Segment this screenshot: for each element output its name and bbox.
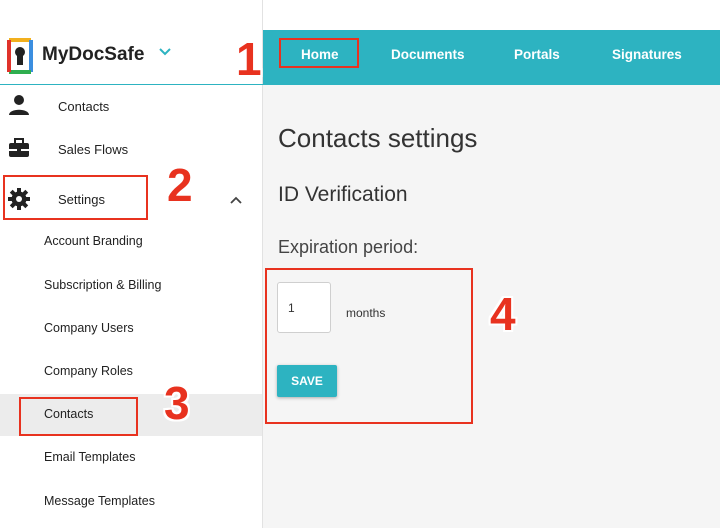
chevron-down-icon[interactable] [157,44,173,60]
annotation-number-3: 3 [164,377,190,429]
submenu-item-label: Company Users [44,321,134,335]
tab-portals[interactable]: Portals [514,47,560,62]
submenu-item-message-templates[interactable]: Message Templates [0,481,262,523]
submenu-item-label: Company Roles [44,364,133,378]
section-title: ID Verification [278,183,408,206]
submenu-item-subscription-billing[interactable]: Subscription & Billing [0,265,262,307]
expiration-label: Expiration period: [278,237,419,257]
submenu-item-email-templates[interactable]: Email Templates [0,437,262,479]
submenu-item-label: Account Branding [44,234,143,248]
submenu-item-account-branding[interactable]: Account Branding [0,221,262,263]
brand-name: MyDocSafe [42,44,145,65]
submenu-item-label: Subscription & Billing [44,278,162,292]
annotation-box-expiration [265,268,473,424]
keyhole-logo-icon [7,38,33,74]
submenu-item-label: Message Templates [44,494,155,508]
chevron-up-icon[interactable] [229,193,243,207]
person-icon [9,95,29,115]
submenu-item-company-roles[interactable]: Company Roles [0,351,262,393]
sidebar-item-contacts[interactable]: Contacts [0,86,262,126]
submenu-item-label: Email Templates [44,450,136,464]
sidebar-item-sales-flows[interactable]: Sales Flows [0,129,262,169]
brand-header: MyDocSafe [0,30,263,85]
annotation-box-home [279,38,359,68]
tab-documents[interactable]: Documents [391,47,465,62]
sidebar: MyDocSafe Contacts Sales Flows Settings … [0,0,263,528]
annotation-number-2: 2 [167,159,193,211]
sidebar-item-label: Contacts [58,99,110,114]
annotation-box-contacts [19,397,138,436]
briefcase-icon [9,138,29,157]
tab-signatures[interactable]: Signatures [612,47,682,62]
page-title: Contacts settings [278,123,478,153]
annotation-box-settings [3,175,148,220]
sidebar-item-label: Sales Flows [58,142,129,157]
annotation-number-4: 4 [490,288,516,340]
submenu-item-company-users[interactable]: Company Users [0,308,262,350]
annotation-number-1: 1 [236,33,262,85]
